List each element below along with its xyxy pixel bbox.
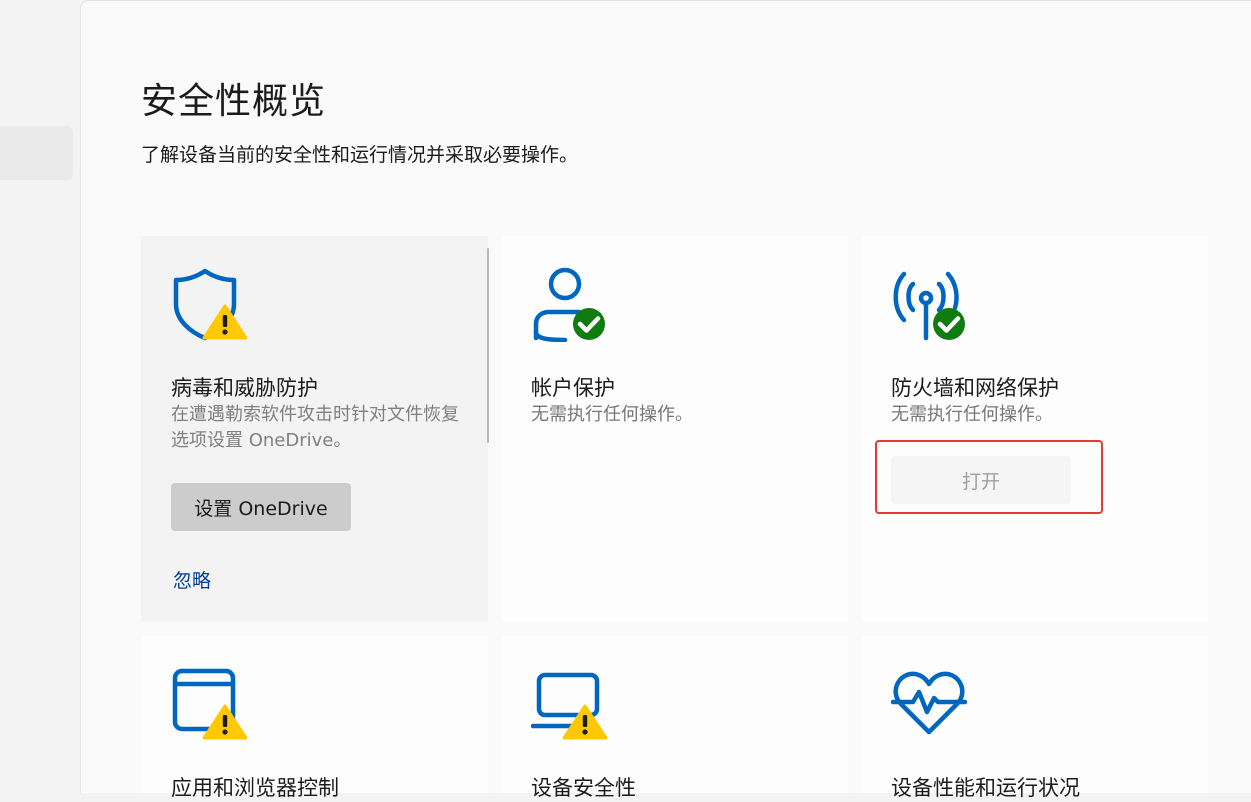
page-title: 安全性概览 [141,81,327,122]
setup-onedrive-button[interactable]: 设置 OneDrive [171,483,351,531]
sidebar-selected-item[interactable] [0,126,73,180]
shield-warning-icon [173,268,247,341]
card-title: 设备安全性 [531,776,636,800]
card-virus-threat-protection[interactable]: 病毒和威胁防护 在遭遇勒索软件攻击时针对文件恢复选项设置 OneDrive。 设… [141,236,488,622]
laptop-warning-icon [531,672,607,740]
person-check-icon [533,267,605,342]
card-description: 无需执行任何操作。 [531,404,693,425]
card-title: 病毒和威胁防护 [171,376,318,400]
card-device-security[interactable]: 设备安全性 [501,636,848,800]
card-firewall-network-protection[interactable]: 防火墙和网络保护 无需执行任何操作。 打开 [861,236,1208,622]
app-window-warning-icon [172,668,247,740]
heart-pulse-icon [891,671,967,735]
highlight-box [875,440,1103,514]
card-app-browser-control[interactable]: 应用和浏览器控制 [141,636,488,800]
card-description: 在遭遇勒索软件攻击时针对文件恢复选项设置 OneDrive。 [171,404,459,451]
page-subtitle: 了解设备当前的安全性和运行情况并采取必要操作。 [141,144,579,166]
card-title: 帐户保护 [531,376,615,400]
dismiss-link[interactable]: 忽略 [173,566,211,593]
wireless-check-icon [893,271,965,341]
card-device-performance-health[interactable]: 设备性能和运行状况 [861,636,1208,800]
sidebar [0,0,80,793]
scrollbar-indicator [487,248,489,443]
card-description: 无需执行任何操作。 [891,404,1053,425]
card-title: 防火墙和网络保护 [891,376,1059,400]
card-title: 设备性能和运行状况 [891,776,1080,800]
card-title: 应用和浏览器控制 [171,776,339,800]
card-account-protection[interactable]: 帐户保护 无需执行任何操作。 [501,236,848,622]
